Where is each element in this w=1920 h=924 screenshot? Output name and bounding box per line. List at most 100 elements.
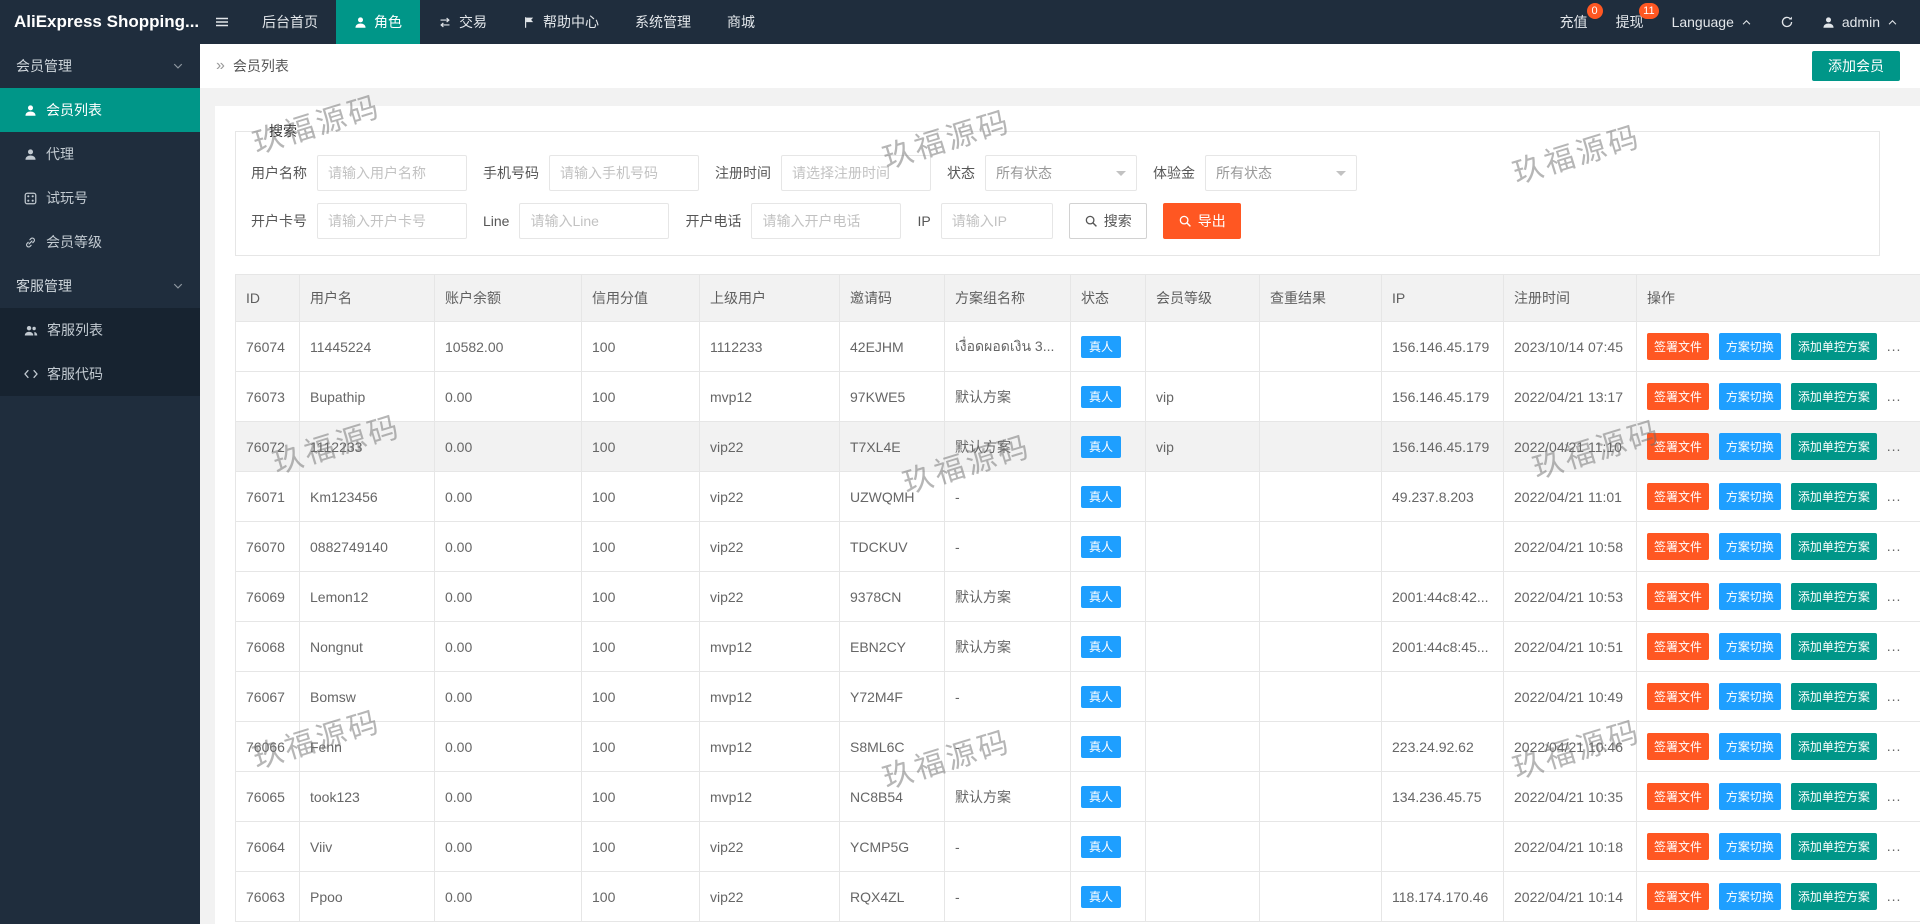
field-input[interactable] xyxy=(549,155,699,191)
cell-parent-user: vip22 xyxy=(700,572,840,622)
status-badge: 真人 xyxy=(1081,436,1121,458)
cell-level xyxy=(1146,822,1260,872)
topbar-menu-item[interactable]: 后台首页 xyxy=(244,0,336,44)
add-single-control-button[interactable]: 添加单控方案 xyxy=(1791,533,1877,560)
plan-switch-button[interactable]: 方案切换 xyxy=(1719,333,1781,360)
field-select[interactable]: 所有状态 xyxy=(1205,155,1357,191)
sign-file-button[interactable]: 签署文件 xyxy=(1647,383,1709,410)
sign-file-button[interactable]: 签署文件 xyxy=(1647,433,1709,460)
topbar-menu-item[interactable]: 系统管理 xyxy=(617,0,709,44)
add-single-control-button[interactable]: 添加单控方案 xyxy=(1791,433,1877,460)
more-actions-button[interactable]: ... xyxy=(1887,588,1902,604)
sign-file-button[interactable]: 签署文件 xyxy=(1647,833,1709,860)
plan-switch-button[interactable]: 方案切换 xyxy=(1719,883,1781,910)
cell-level xyxy=(1146,522,1260,572)
cell-id: 76069 xyxy=(236,572,300,622)
add-single-control-button[interactable]: 添加单控方案 xyxy=(1791,483,1877,510)
cell-balance: 0.00 xyxy=(435,522,582,572)
plan-switch-button[interactable]: 方案切换 xyxy=(1719,683,1781,710)
sidebar-item[interactable]: 会员管理 xyxy=(0,44,200,88)
plan-switch-button[interactable]: 方案切换 xyxy=(1719,783,1781,810)
sign-file-button[interactable]: 签署文件 xyxy=(1647,533,1709,560)
sign-file-button[interactable]: 签署文件 xyxy=(1647,583,1709,610)
sign-file-button[interactable]: 签署文件 xyxy=(1647,733,1709,760)
more-actions-button[interactable]: ... xyxy=(1887,638,1902,654)
table-container: ID用户名账户余额信用分值上级用户邀请码方案组名称状态会员等级查重结果IP注册时… xyxy=(235,274,1920,922)
add-single-control-button[interactable]: 添加单控方案 xyxy=(1791,683,1877,710)
withdraw-button[interactable]: 提现 11 xyxy=(1602,0,1658,44)
plan-switch-button[interactable]: 方案切换 xyxy=(1719,633,1781,660)
plan-switch-button[interactable]: 方案切换 xyxy=(1719,533,1781,560)
add-single-control-button[interactable]: 添加单控方案 xyxy=(1791,383,1877,410)
sidebar-item[interactable]: 会员等级 xyxy=(0,220,200,264)
add-single-control-button[interactable]: 添加单控方案 xyxy=(1791,833,1877,860)
cell-status: 真人 xyxy=(1071,722,1146,772)
status-badge: 真人 xyxy=(1081,336,1121,358)
sidebar-item[interactable]: 客服列表 xyxy=(0,308,200,352)
cell-level xyxy=(1146,322,1260,372)
field-input[interactable] xyxy=(519,203,669,239)
topbar-menu-label: 后台首页 xyxy=(262,12,318,32)
field-input[interactable] xyxy=(317,155,467,191)
topbar-menu-item[interactable]: 交易 xyxy=(420,0,505,44)
add-single-control-button[interactable]: 添加单控方案 xyxy=(1791,583,1877,610)
topbar-menu-item[interactable]: 帮助中心 xyxy=(505,0,617,44)
more-actions-button[interactable]: ... xyxy=(1887,788,1902,804)
recharge-button[interactable]: 充值 0 xyxy=(1546,0,1602,44)
add-single-control-button[interactable]: 添加单控方案 xyxy=(1791,883,1877,910)
field-input[interactable] xyxy=(781,155,931,191)
more-actions-button[interactable]: ... xyxy=(1887,838,1902,854)
user-menu[interactable]: admin xyxy=(1808,0,1912,44)
plan-switch-button[interactable]: 方案切换 xyxy=(1719,433,1781,460)
field-label: 开户卡号 xyxy=(251,211,317,231)
menu-toggle-button[interactable] xyxy=(200,0,244,44)
caret-down-icon xyxy=(1336,171,1346,181)
app-logo: AliExpress Shopping... xyxy=(0,0,200,44)
language-dropdown[interactable]: Language xyxy=(1658,0,1766,44)
sidebar-item[interactable]: 客服代码 xyxy=(0,352,200,396)
add-single-control-button[interactable]: 添加单控方案 xyxy=(1791,783,1877,810)
export-button[interactable]: 导出 xyxy=(1163,203,1241,239)
more-actions-button[interactable]: ... xyxy=(1887,388,1902,404)
sign-file-button[interactable]: 签署文件 xyxy=(1647,683,1709,710)
plan-switch-button[interactable]: 方案切换 xyxy=(1719,833,1781,860)
add-single-control-button[interactable]: 添加单控方案 xyxy=(1791,333,1877,360)
more-actions-button[interactable]: ... xyxy=(1887,338,1902,354)
sidebar-item[interactable]: 会员列表 xyxy=(0,88,200,132)
more-actions-button[interactable]: ... xyxy=(1887,888,1902,904)
sign-file-button[interactable]: 签署文件 xyxy=(1647,333,1709,360)
sidebar-item[interactable]: 客服管理 xyxy=(0,264,200,308)
add-single-control-button[interactable]: 添加单控方案 xyxy=(1791,633,1877,660)
sign-file-button[interactable]: 签署文件 xyxy=(1647,483,1709,510)
sign-file-button[interactable]: 签署文件 xyxy=(1647,783,1709,810)
status-badge: 真人 xyxy=(1081,386,1121,408)
refresh-button[interactable] xyxy=(1766,0,1808,44)
caret-down-icon xyxy=(1116,171,1126,181)
field-input[interactable] xyxy=(941,203,1053,239)
sidebar-item[interactable]: 代理 xyxy=(0,132,200,176)
sign-file-button[interactable]: 签署文件 xyxy=(1647,883,1709,910)
content-card: 搜索 用户名称 手机号码 注册时间 xyxy=(215,106,1920,924)
plan-switch-button[interactable]: 方案切换 xyxy=(1719,733,1781,760)
add-single-control-button[interactable]: 添加单控方案 xyxy=(1791,733,1877,760)
more-actions-button[interactable]: ... xyxy=(1887,538,1902,554)
field-input[interactable] xyxy=(751,203,901,239)
field-select[interactable]: 所有状态 xyxy=(985,155,1137,191)
search-button[interactable]: 搜索 xyxy=(1069,203,1147,239)
cell-level xyxy=(1146,622,1260,672)
more-actions-button[interactable]: ... xyxy=(1887,438,1902,454)
sign-file-button[interactable]: 签署文件 xyxy=(1647,633,1709,660)
more-actions-button[interactable]: ... xyxy=(1887,688,1902,704)
plan-switch-button[interactable]: 方案切换 xyxy=(1719,583,1781,610)
topbar-menu-item[interactable]: 角色 xyxy=(336,0,420,44)
cell-register-time: 2022/04/21 10:49 xyxy=(1504,672,1637,722)
plan-switch-button[interactable]: 方案切换 xyxy=(1719,383,1781,410)
cell-id: 76064 xyxy=(236,822,300,872)
field-input[interactable] xyxy=(317,203,467,239)
sidebar-item[interactable]: 试玩号 xyxy=(0,176,200,220)
more-actions-button[interactable]: ... xyxy=(1887,738,1902,754)
plan-switch-button[interactable]: 方案切换 xyxy=(1719,483,1781,510)
more-actions-button[interactable]: ... xyxy=(1887,488,1902,504)
topbar-menu-item[interactable]: 商城 xyxy=(709,0,773,44)
add-member-button[interactable]: 添加会员 xyxy=(1812,51,1900,81)
